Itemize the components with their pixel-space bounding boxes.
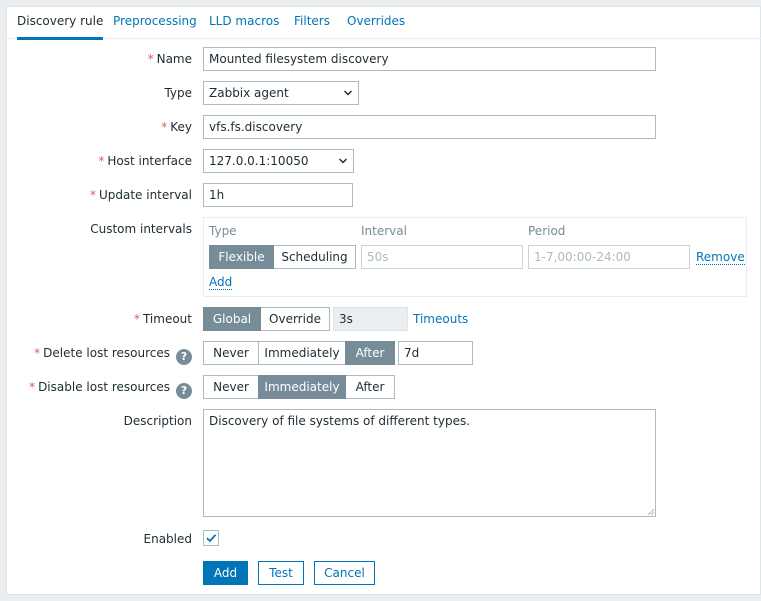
scheduling-option[interactable]: Scheduling	[273, 245, 356, 269]
tab-filters[interactable]: Filters	[294, 7, 330, 37]
discovery-rule-panel: Discovery rule Preprocessing LLD macros …	[6, 6, 761, 595]
disable-lost-after-option[interactable]: After	[345, 375, 395, 399]
enabled-label: Enabled	[143, 532, 193, 546]
name-label: * Name	[147, 52, 192, 66]
disable-lost-toggle: Never Immediately After	[203, 375, 395, 399]
timeout-label: * Timeout	[133, 312, 192, 326]
disable-lost-resources-label: * Disable lost resources?	[29, 380, 192, 399]
test-button[interactable]: Test	[258, 561, 304, 585]
disable-lost-immediately-option[interactable]: Immediately	[258, 375, 346, 399]
required-mark: *	[161, 120, 168, 134]
required-mark: *	[34, 346, 41, 360]
interval-type-toggle: Flexible Scheduling	[209, 245, 356, 269]
chevron-down-icon	[344, 90, 352, 96]
delete-lost-never-option[interactable]: Never	[203, 341, 259, 365]
required-mark: *	[89, 188, 96, 202]
remove-interval-link[interactable]: Remove	[696, 250, 745, 265]
host-interface-value: 127.0.0.1:10050	[209, 154, 309, 168]
question-icon[interactable]: ?	[176, 383, 192, 399]
col-header-type: Type	[209, 224, 237, 238]
required-mark: *	[98, 154, 105, 168]
description-text: Discovery of file systems of different t…	[209, 414, 471, 428]
delete-lost-toggle: Never Immediately After	[203, 341, 395, 365]
tab-overrides[interactable]: Overrides	[347, 7, 405, 37]
host-interface-label: * Host interface	[98, 154, 192, 168]
disable-lost-never-option[interactable]: Never	[203, 375, 259, 399]
update-interval-input[interactable]: 1h	[203, 183, 353, 207]
col-header-interval: Interval	[361, 224, 407, 238]
delete-lost-immediately-option[interactable]: Immediately	[258, 341, 346, 365]
timeout-global-option[interactable]: Global	[203, 307, 261, 331]
required-mark: *	[133, 312, 140, 326]
add-interval-link[interactable]: Add	[209, 275, 233, 290]
chevron-down-icon	[339, 158, 347, 164]
description-textarea[interactable]: Discovery of file systems of different t…	[203, 409, 656, 517]
resize-grip-icon[interactable]	[648, 509, 654, 515]
key-input[interactable]: vfs.fs.discovery	[203, 115, 656, 139]
checkmark-icon	[206, 534, 217, 543]
period-input[interactable]: 1-7,00:00-24:00	[528, 245, 690, 269]
type-select-value: Zabbix agent	[209, 86, 289, 100]
cancel-button[interactable]: Cancel	[314, 561, 375, 585]
delete-lost-after-option[interactable]: After	[345, 341, 395, 365]
timeout-override-option[interactable]: Override	[260, 307, 330, 331]
timeout-value: 3s	[333, 307, 408, 331]
required-mark: *	[147, 52, 154, 66]
description-label: Description	[123, 414, 192, 428]
interval-input[interactable]: 50s	[361, 245, 523, 269]
name-input[interactable]: Mounted filesystem discovery	[203, 47, 656, 71]
tab-preprocessing[interactable]: Preprocessing	[113, 7, 197, 37]
update-interval-label: * Update interval	[89, 188, 192, 202]
required-mark: *	[29, 380, 36, 394]
timeout-toggle: Global Override	[203, 307, 330, 331]
tab-lld-macros[interactable]: LLD macros	[209, 7, 279, 37]
col-header-period: Period	[528, 224, 566, 238]
flexible-option[interactable]: Flexible	[209, 245, 274, 269]
enabled-checkbox[interactable]	[203, 530, 219, 546]
add-button[interactable]: Add	[203, 561, 248, 585]
type-select[interactable]: Zabbix agent	[203, 81, 359, 105]
delete-lost-resources-label: * Delete lost resources?	[34, 346, 192, 365]
question-icon[interactable]: ?	[176, 349, 192, 365]
tab-bar: Discovery rule Preprocessing LLD macros …	[7, 7, 761, 40]
type-label: Type	[164, 86, 192, 100]
delete-lost-period-input[interactable]: 7d	[398, 341, 473, 365]
custom-intervals-label: Custom intervals	[90, 222, 192, 236]
key-label: * Key	[161, 120, 192, 134]
host-interface-select[interactable]: 127.0.0.1:10050	[203, 149, 354, 173]
timeouts-link[interactable]: Timeouts	[413, 312, 468, 326]
tab-discovery-rule[interactable]: Discovery rule	[17, 7, 104, 40]
